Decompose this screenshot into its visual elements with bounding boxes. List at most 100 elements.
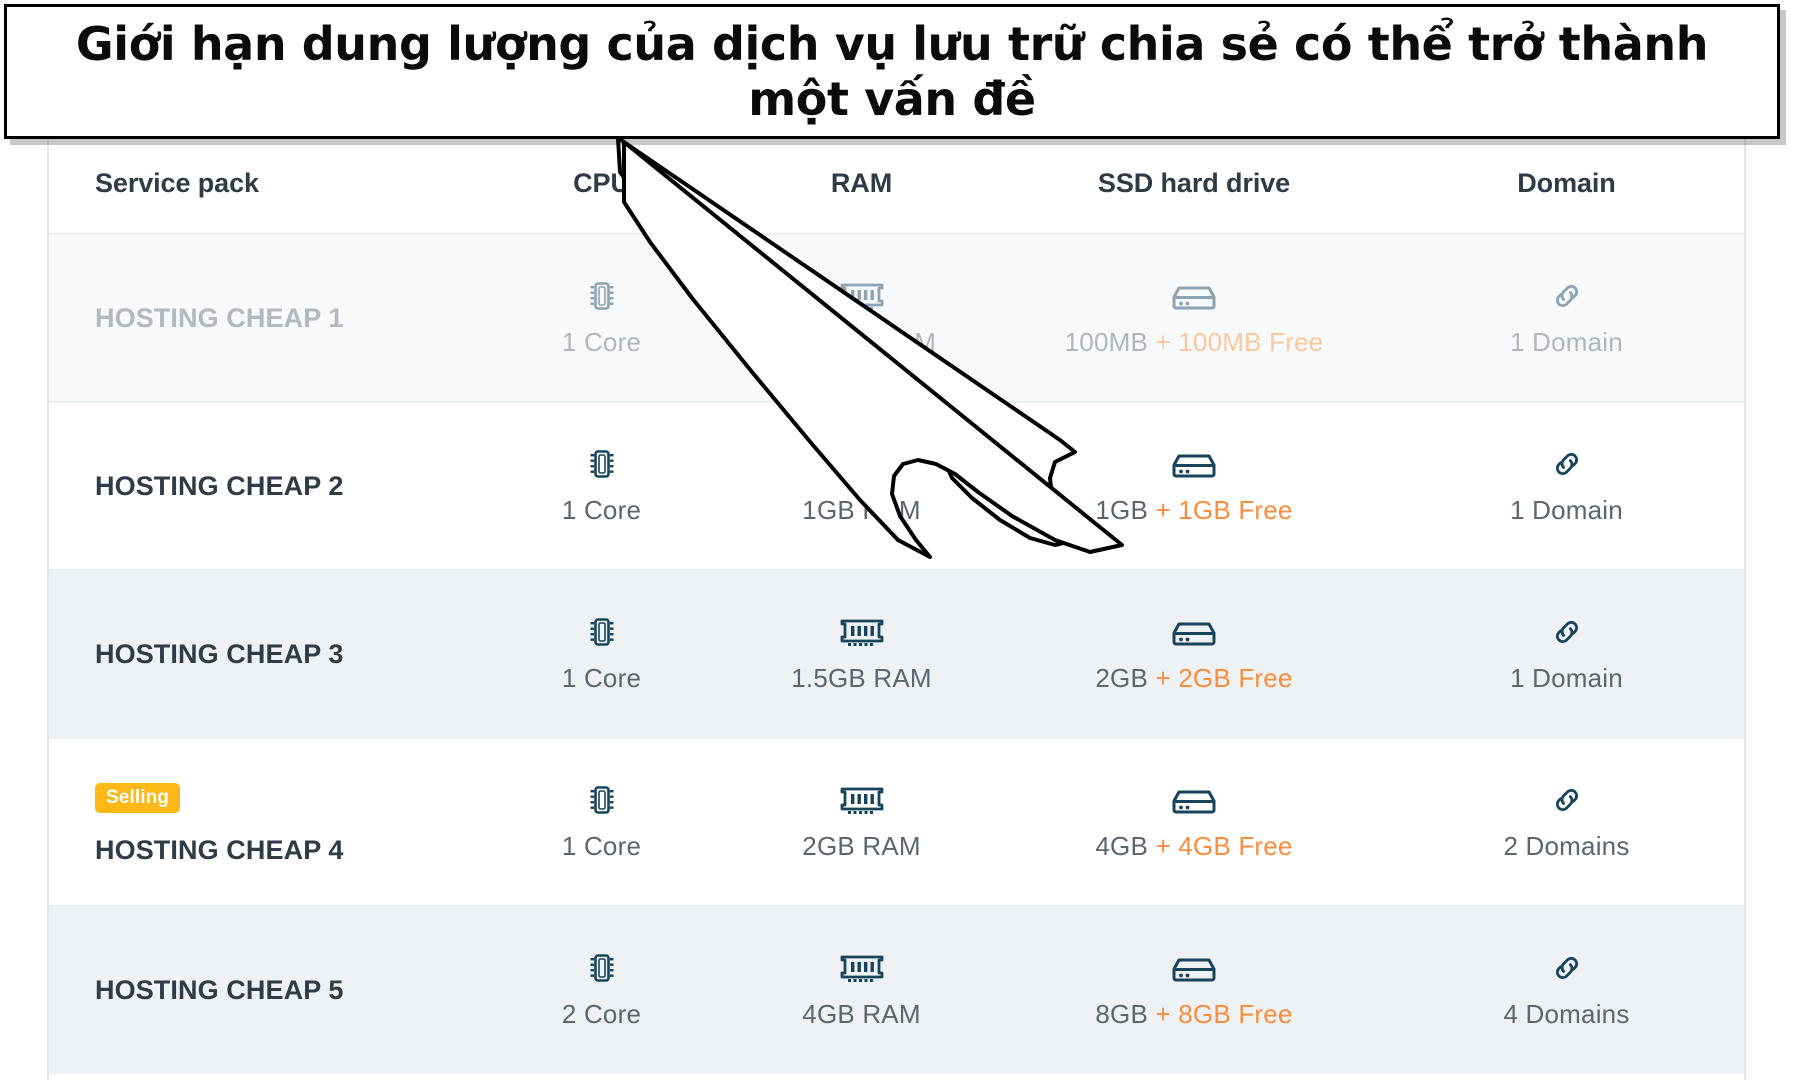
ram-text: 1GB RAM xyxy=(802,495,920,526)
callout-text: Giới hạn dung lượng của dịch vụ lưu trữ … xyxy=(75,17,1709,126)
table-row[interactable]: Selling HOSTING CHEAP 4 1 Core 2GB RAM 4GB +… xyxy=(49,738,1744,907)
ssd-base-value: 1GB xyxy=(1095,494,1149,525)
ram-module-icon xyxy=(838,447,886,481)
hard-drive-icon xyxy=(1168,615,1220,649)
ram-text: 2GB RAM xyxy=(802,831,920,862)
ram-text: 1.5GB RAM xyxy=(791,663,932,694)
ram-text: 500MB RAM xyxy=(787,327,936,358)
ssd-free-value: + 2GB Free xyxy=(1155,662,1293,693)
cpu-text: 1 Core xyxy=(562,831,641,862)
link-chain-icon xyxy=(1550,279,1584,313)
cpu-value: 1 Core xyxy=(561,830,642,861)
ssd-free-value: + 100MB Free xyxy=(1155,326,1324,357)
ssd-cell: 8GB + 8GB Free xyxy=(999,906,1389,1074)
service-pack-cell: Selling HOSTING CHEAP 4 xyxy=(49,738,479,907)
column-header-domain: Domain xyxy=(1389,138,1744,235)
cpu-value: 2 Core xyxy=(561,999,642,1029)
cpu-value: 1 Core xyxy=(561,494,642,525)
ssd-base-value: 100MB xyxy=(1064,326,1149,357)
cpu-text: 1 Core xyxy=(562,327,641,358)
ram-value: 2GB RAM xyxy=(802,830,921,861)
ram-value: 500MB RAM xyxy=(786,326,937,357)
hard-drive-icon xyxy=(1168,447,1220,481)
domain-text: 1 Domain xyxy=(1510,495,1623,526)
ssd-text: 8GB + 8GB Free xyxy=(1095,999,1292,1030)
ssd-free-value: + 4GB Free xyxy=(1155,830,1293,861)
cpu-text: 2 Core xyxy=(562,999,641,1030)
ssd-text: 100MB + 100MB Free xyxy=(1065,327,1324,358)
table-row[interactable]: HOSTING CHEAP 1 1 Core 500MB RAM 100MB + 10… xyxy=(49,234,1744,403)
service-pack-name: HOSTING CHEAP 5 xyxy=(95,975,344,1005)
domain-text: 4 Domains xyxy=(1503,999,1629,1030)
hard-drive-icon xyxy=(1168,783,1220,817)
domain-text: 1 Domain xyxy=(1510,663,1623,694)
domain-text: 2 Domains xyxy=(1503,831,1629,862)
service-pack-name: HOSTING CHEAP 2 xyxy=(95,470,344,501)
cpu-text: 1 Core xyxy=(562,495,641,526)
domain-cell: 1 Domain xyxy=(1389,570,1744,739)
cpu-cell: 1 Core xyxy=(479,738,724,907)
link-chain-icon xyxy=(1550,615,1584,649)
table-row[interactable]: HOSTING CHEAP 2 1 Core 1GB RAM 1GB + 1GB Fr… xyxy=(49,402,1744,571)
ram-cell: 1.5GB RAM xyxy=(724,570,999,739)
ssd-text: 1GB + 1GB Free xyxy=(1095,495,1292,526)
cpu-text: 1 Core xyxy=(562,663,641,694)
callout-box: Giới hạn dung lượng của dịch vụ lưu trữ … xyxy=(4,4,1780,139)
ram-value: 1GB RAM xyxy=(802,494,921,525)
ram-cell: 1GB RAM xyxy=(724,402,999,571)
domain-value: 2 Domains xyxy=(1503,830,1630,861)
table-row[interactable]: HOSTING CHEAP 5 2 Core 4GB RAM 8GB + 8GB Fr… xyxy=(49,906,1744,1074)
service-pack-cell: HOSTING CHEAP 1 xyxy=(49,234,479,403)
ram-module-icon xyxy=(838,615,886,649)
ssd-base-value: 4GB xyxy=(1095,830,1149,861)
pricing-table-container: Service pack CPU RAM SSD hard drive Doma… xyxy=(47,138,1746,1080)
ssd-free-value: + 1GB Free xyxy=(1155,494,1293,525)
service-pack-name: HOSTING CHEAP 3 xyxy=(95,638,344,669)
ssd-cell: 2GB + 2GB Free xyxy=(999,570,1389,739)
cpu-chip-icon xyxy=(587,951,617,985)
cpu-chip-icon xyxy=(587,615,617,649)
cpu-cell: 1 Core xyxy=(479,234,724,403)
cpu-value: 1 Core xyxy=(561,662,642,693)
service-pack-cell: HOSTING CHEAP 2 xyxy=(49,402,479,571)
link-chain-icon xyxy=(1550,783,1584,817)
domain-cell: 2 Domains xyxy=(1389,738,1744,907)
ssd-base-value: 8GB xyxy=(1095,999,1149,1029)
column-header-ram: RAM xyxy=(724,138,999,235)
domain-cell: 1 Domain xyxy=(1389,234,1744,403)
ssd-text: 4GB + 4GB Free xyxy=(1095,831,1292,862)
cpu-cell: 1 Core xyxy=(479,402,724,571)
status-badge: Selling xyxy=(95,782,180,813)
service-pack-name: HOSTING CHEAP 4 xyxy=(95,834,344,865)
domain-cell: 4 Domains xyxy=(1389,906,1744,1074)
table-header: Service pack CPU RAM SSD hard drive Doma… xyxy=(49,138,1744,235)
cpu-chip-icon xyxy=(587,447,617,481)
ssd-free-value: + 8GB Free xyxy=(1155,999,1293,1029)
ram-cell: 2GB RAM xyxy=(724,738,999,907)
ram-module-icon xyxy=(838,783,886,817)
table-header-row: Service pack CPU RAM SSD hard drive Doma… xyxy=(49,138,1744,235)
ram-text: 4GB RAM xyxy=(802,999,920,1030)
cpu-cell: 1 Core xyxy=(479,570,724,739)
ram-module-icon xyxy=(838,279,886,313)
ssd-base-value: 2GB xyxy=(1095,662,1149,693)
ram-value: 4GB RAM xyxy=(802,999,921,1029)
service-pack-cell: HOSTING CHEAP 3 xyxy=(49,570,479,739)
domain-value: 1 Domain xyxy=(1510,662,1623,693)
ssd-text: 2GB + 2GB Free xyxy=(1095,663,1292,694)
cpu-chip-icon xyxy=(587,783,617,817)
service-pack-table: Service pack CPU RAM SSD hard drive Doma… xyxy=(49,138,1744,1074)
column-header-ssd: SSD hard drive xyxy=(999,138,1389,235)
domain-value: 1 Domain xyxy=(1510,326,1623,357)
ssd-cell: 1GB + 1GB Free xyxy=(999,402,1389,571)
ram-module-icon xyxy=(838,951,886,985)
ram-cell: 500MB RAM xyxy=(724,234,999,403)
service-pack-cell: HOSTING CHEAP 5 xyxy=(49,906,479,1074)
hard-drive-icon xyxy=(1168,279,1220,313)
cpu-value: 1 Core xyxy=(561,326,642,357)
domain-cell: 1 Domain xyxy=(1389,402,1744,571)
hard-drive-icon xyxy=(1168,951,1220,985)
ssd-cell: 4GB + 4GB Free xyxy=(999,738,1389,907)
table-row[interactable]: HOSTING CHEAP 3 1 Core 1.5GB RAM 2GB + 2GB … xyxy=(49,570,1744,739)
ram-cell: 4GB RAM xyxy=(724,906,999,1074)
